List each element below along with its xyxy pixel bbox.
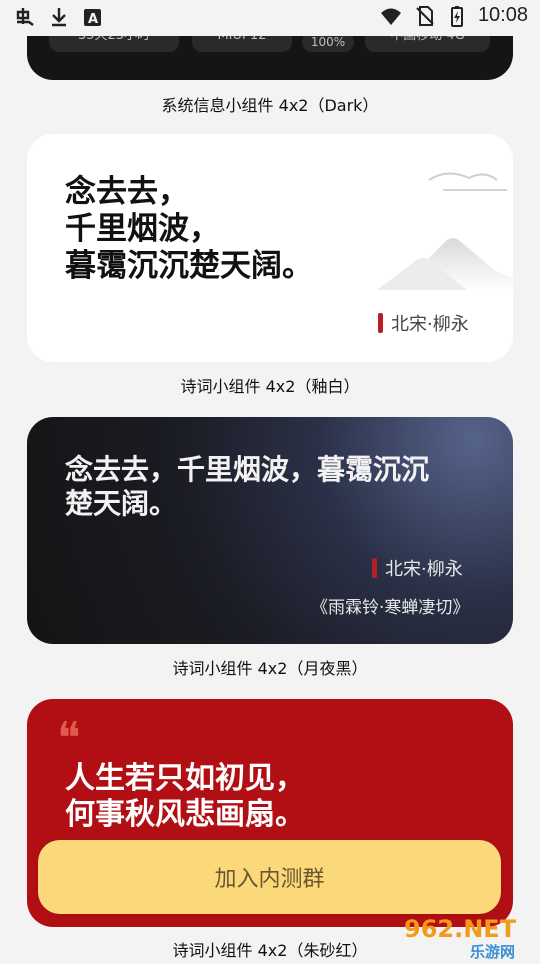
poem-line: 暮霭沉沉楚天阔。 bbox=[65, 248, 313, 285]
poem-title: 《雨霖铃·寒蝉凄切》 bbox=[311, 598, 470, 618]
poem-widget-white-preview[interactable]: 念去去， 千里烟波， 暮霭沉沉楚天阔。 北宋·柳永 bbox=[27, 134, 513, 362]
watermark-logo-icon: 962.NET 乐游网 bbox=[404, 915, 517, 961]
poem-widget-night-preview[interactable]: 念去去，千里烟波，暮霭沉沉 楚天阔。 北宋·柳永 《雨霖铃·寒蝉凄切》 bbox=[27, 417, 513, 644]
poem-author: 北宋·柳永 bbox=[378, 310, 469, 336]
status-bar-left: A bbox=[14, 6, 104, 28]
mountain-cloud-decoration bbox=[377, 172, 513, 290]
author-marker bbox=[378, 313, 383, 333]
author-marker bbox=[372, 558, 377, 578]
poem-text: 人生若只如初见， 何事秋风悲画扇。 bbox=[65, 761, 305, 833]
widget-caption: 诗词小组件 4x2（月夜黑） bbox=[172, 659, 368, 678]
author-name: 北宋·柳永 bbox=[385, 559, 463, 580]
poem-line: 念去去， bbox=[65, 174, 189, 210]
site-watermark: 962.NET 乐游网 bbox=[400, 905, 535, 961]
poem-text: 念去去， 千里烟波， 暮霭沉沉楚天阔。 bbox=[65, 174, 313, 286]
status-bar-right: 10:08 bbox=[378, 4, 528, 27]
bug-icon bbox=[16, 8, 34, 26]
wifi-icon bbox=[380, 8, 401, 25]
status-bar: A 10:08 bbox=[0, 0, 540, 36]
download-icon bbox=[52, 8, 66, 27]
font-icon: A bbox=[84, 9, 101, 27]
battery-charging-icon bbox=[450, 5, 463, 27]
no-sim-icon bbox=[416, 5, 434, 26]
poem-author: 北宋·柳永 bbox=[372, 555, 463, 581]
poem-line: 念去去，千里烟波，暮霭沉沉 bbox=[65, 453, 430, 486]
widget-list: 35天23小时 MIUI 12 100% 中国移动 4G 系统信息小组件 4x2… bbox=[0, 0, 540, 961]
watermark-brand: 962.NET bbox=[404, 915, 517, 943]
status-time: 10:08 bbox=[477, 4, 528, 26]
poem-line: 人生若只如初见， bbox=[65, 761, 305, 796]
poem-line: 千里烟波， bbox=[65, 211, 220, 248]
poem-line: 何事秋风悲画扇。 bbox=[65, 797, 305, 832]
poem-line: 楚天阔。 bbox=[65, 487, 178, 521]
author-name: 北宋·柳永 bbox=[391, 314, 469, 335]
poem-text: 念去去，千里烟波，暮霭沉沉 楚天阔。 bbox=[65, 453, 429, 521]
widget-caption: 系统信息小组件 4x2（Dark） bbox=[161, 96, 379, 115]
svg-text:A: A bbox=[88, 12, 98, 27]
join-beta-group-button[interactable]: 加入内测群 bbox=[38, 840, 501, 914]
watermark-sub: 乐游网 bbox=[470, 943, 515, 960]
quote-mark-icon: ❝ bbox=[57, 713, 81, 764]
widget-caption: 诗词小组件 4x2（釉白） bbox=[180, 377, 360, 396]
